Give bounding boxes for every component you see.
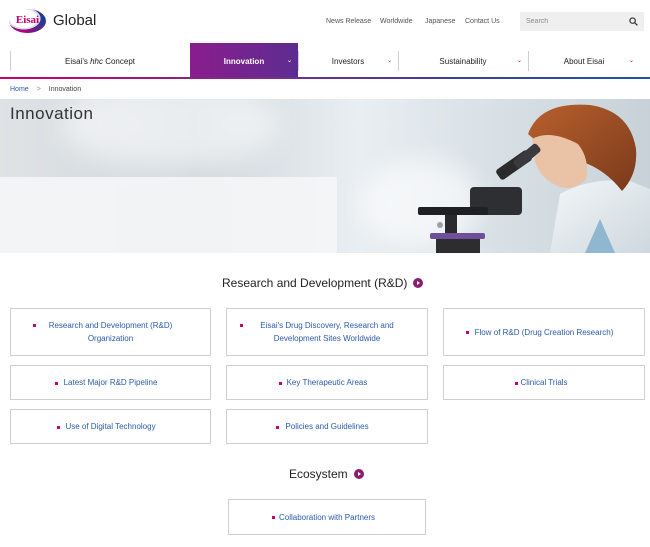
nav-item-label: Sustainability: [439, 56, 487, 66]
card-label: Eisai's Drug Discovery, Research and Deve…: [260, 321, 394, 343]
card-label: Key Therapeutic Areas: [286, 378, 368, 387]
arrow-right-circle-icon: [413, 278, 424, 288]
page-title: Innovation: [10, 104, 94, 123]
site-name[interactable]: Global: [53, 12, 96, 29]
news-release-link[interactable]: News Release: [326, 18, 371, 25]
card-label: Use of Digital Technology: [65, 422, 156, 431]
nav-accent-line: [0, 77, 650, 79]
card-collaboration-partners[interactable]: Collaboration with Partners: [228, 499, 426, 535]
breadcrumb-current: Innovation: [48, 86, 82, 93]
contact-us-link[interactable]: Contact Us: [465, 18, 500, 25]
card-policies-guidelines[interactable]: Policies and Guidelines: [226, 409, 428, 444]
arrow-right-circle-icon: [353, 469, 364, 479]
rnd-heading: Research and Development (R&D): [222, 276, 408, 290]
eisai-logo[interactable]: Eisai: [9, 9, 46, 33]
chevron-down-icon: ⌄: [516, 58, 522, 64]
search-box: [520, 12, 644, 31]
bullet-icon: [240, 324, 243, 327]
nav-item-about-eisai[interactable]: About Eisai ⌄: [528, 43, 640, 79]
breadcrumb-separator: >: [36, 86, 41, 93]
nav-item-label: Innovation: [223, 56, 265, 66]
nav-divider: [528, 51, 529, 71]
hero-banner: [0, 99, 650, 253]
search-icon[interactable]: [629, 17, 638, 26]
card-drug-discovery-sites[interactable]: Eisai's Drug Discovery, Research and Deve…: [226, 308, 428, 356]
card-key-therapeutic-areas[interactable]: Key Therapeutic Areas: [226, 365, 428, 400]
bullet-icon: [276, 426, 279, 429]
bullet-icon: [33, 324, 36, 327]
worldwide-link[interactable]: Worldwide: [380, 18, 413, 25]
nav-item-label: Eisai's hhc Concept: [64, 56, 136, 66]
card-label: Clinical Trials: [520, 378, 568, 387]
nav-divider: [10, 51, 11, 71]
card-label: Research and Development (R&D) Organizati…: [48, 321, 173, 343]
site-header: Eisai Global News Release Worldwide Japa…: [0, 0, 650, 43]
ecosystem-heading-link[interactable]: Ecosystem: [289, 467, 364, 481]
card-label: Flow of R&D (Drug Creation Research): [474, 327, 614, 337]
bullet-icon: [466, 331, 469, 334]
nav-item-sustainability[interactable]: Sustainability ⌄: [398, 43, 528, 79]
bullet-icon: [57, 426, 60, 429]
chevron-down-icon: ⌄: [386, 58, 392, 64]
scientist-microscope-image: [418, 104, 650, 253]
chevron-down-icon: ⌄: [286, 58, 292, 64]
card-digital-technology[interactable]: Use of Digital Technology: [10, 409, 211, 444]
bullet-icon: [515, 382, 518, 385]
bullet-icon: [272, 516, 275, 519]
search-input[interactable]: [520, 12, 620, 31]
nav-divider: [298, 51, 299, 71]
nav-item-hhc-concept[interactable]: Eisai's hhc Concept: [10, 43, 190, 79]
nav-item-investors[interactable]: Investors ⌄: [298, 43, 398, 79]
logo-text: Eisai: [15, 14, 40, 26]
card-rnd-pipeline[interactable]: Latest Major R&D Pipeline: [10, 365, 211, 400]
nav-divider: [398, 51, 399, 71]
breadcrumb: Home > Innovation: [10, 86, 81, 93]
nav-item-innovation[interactable]: Innovation ⌄: [190, 43, 298, 79]
nav-item-label: About Eisai: [563, 56, 605, 66]
card-label: Latest Major R&D Pipeline: [63, 378, 158, 387]
card-label: Policies and Guidelines: [285, 422, 369, 431]
bullet-icon: [55, 382, 58, 385]
ecosystem-heading: Ecosystem: [289, 467, 348, 481]
card-label: Collaboration with Partners: [278, 512, 376, 522]
rnd-heading-link[interactable]: Research and Development (R&D): [222, 276, 424, 290]
chevron-down-icon: ⌄: [628, 58, 634, 64]
global-nav: Eisai's hhc Concept Innovation ⌄ Investo…: [0, 43, 650, 79]
hero-title-panel: [0, 177, 337, 253]
bullet-icon: [279, 382, 282, 385]
card-flow-of-rnd[interactable]: Flow of R&D (Drug Creation Research): [443, 308, 645, 356]
card-rnd-organization[interactable]: Research and Development (R&D) Organizati…: [10, 308, 211, 356]
card-clinical-trials[interactable]: Clinical Trials: [443, 365, 645, 400]
nav-item-label: Investors: [331, 56, 365, 66]
japanese-link[interactable]: Japanese: [425, 18, 455, 25]
breadcrumb-home-link[interactable]: Home: [10, 86, 29, 93]
